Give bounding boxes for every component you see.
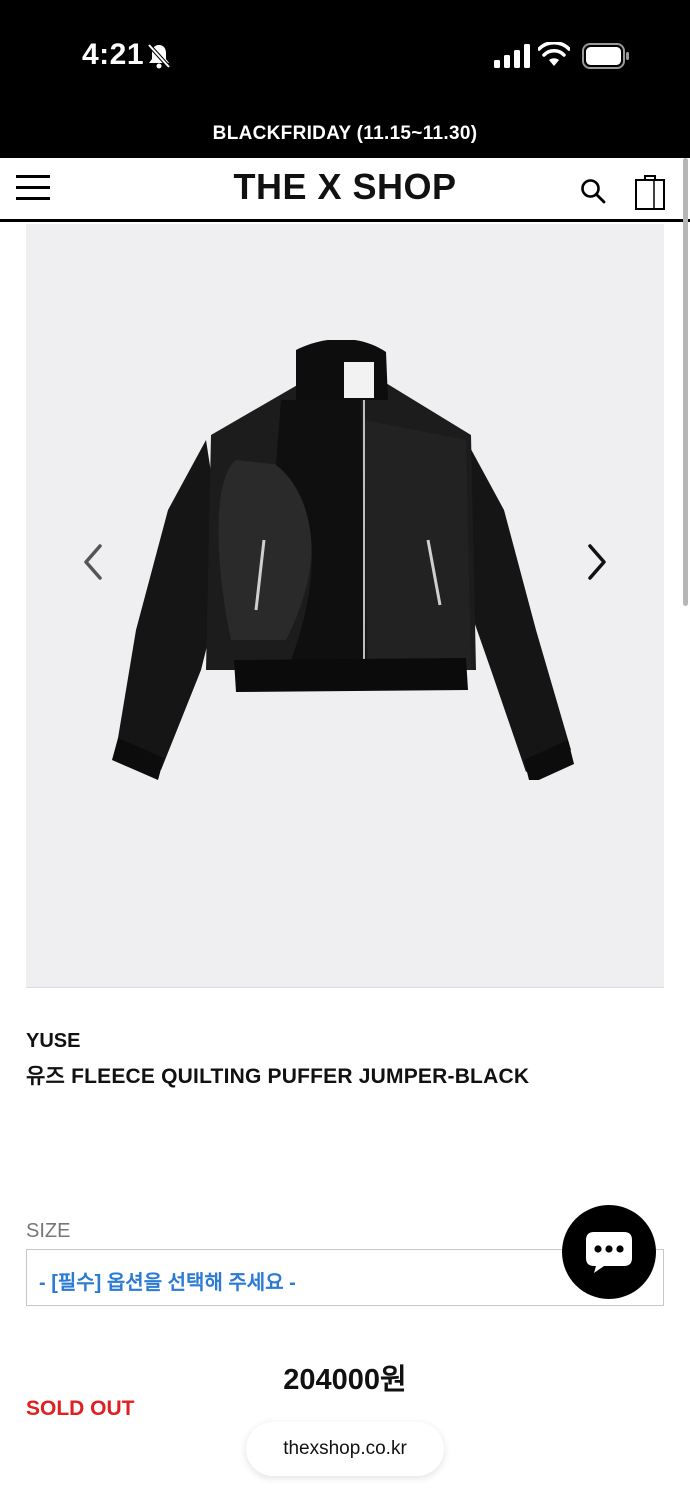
promo-banner[interactable]: BLACKFRIDAY (11.15~11.30) [0, 112, 690, 158]
product-name: 유즈 FLEECE QUILTING PUFFER JUMPER-BLACK [26, 1065, 530, 1088]
browser-url-bar[interactable]: thexshop.co.kr [246, 1422, 444, 1476]
product-price: 204000원 [283, 1364, 407, 1396]
status-bar: 4:21 [0, 0, 690, 112]
chevron-left-icon[interactable] [78, 542, 108, 582]
chat-button[interactable] [562, 1205, 656, 1299]
product-brand[interactable]: YUSE [26, 1030, 80, 1053]
battery-icon [582, 43, 629, 69]
size-select-placeholder: - [필수] 옵션을 선택해 주세요 - [39, 1272, 296, 1294]
search-icon[interactable] [580, 178, 606, 204]
sold-out-badge: SOLD OUT [26, 1397, 135, 1420]
wifi-icon [538, 42, 570, 66]
signal-icon [494, 44, 530, 68]
product-image [112, 340, 574, 780]
product-image-carousel[interactable] [26, 224, 664, 988]
status-time: 4:21 [82, 38, 145, 71]
bell-slash-icon [147, 43, 171, 69]
chat-bubble-icon [586, 1232, 632, 1273]
size-label: SIZE [26, 1220, 71, 1242]
shopping-bag-icon[interactable] [634, 174, 666, 210]
site-header: THE X SHOP [0, 158, 690, 222]
page-scrollbar[interactable] [683, 158, 688, 606]
chevron-right-icon[interactable] [582, 542, 612, 582]
